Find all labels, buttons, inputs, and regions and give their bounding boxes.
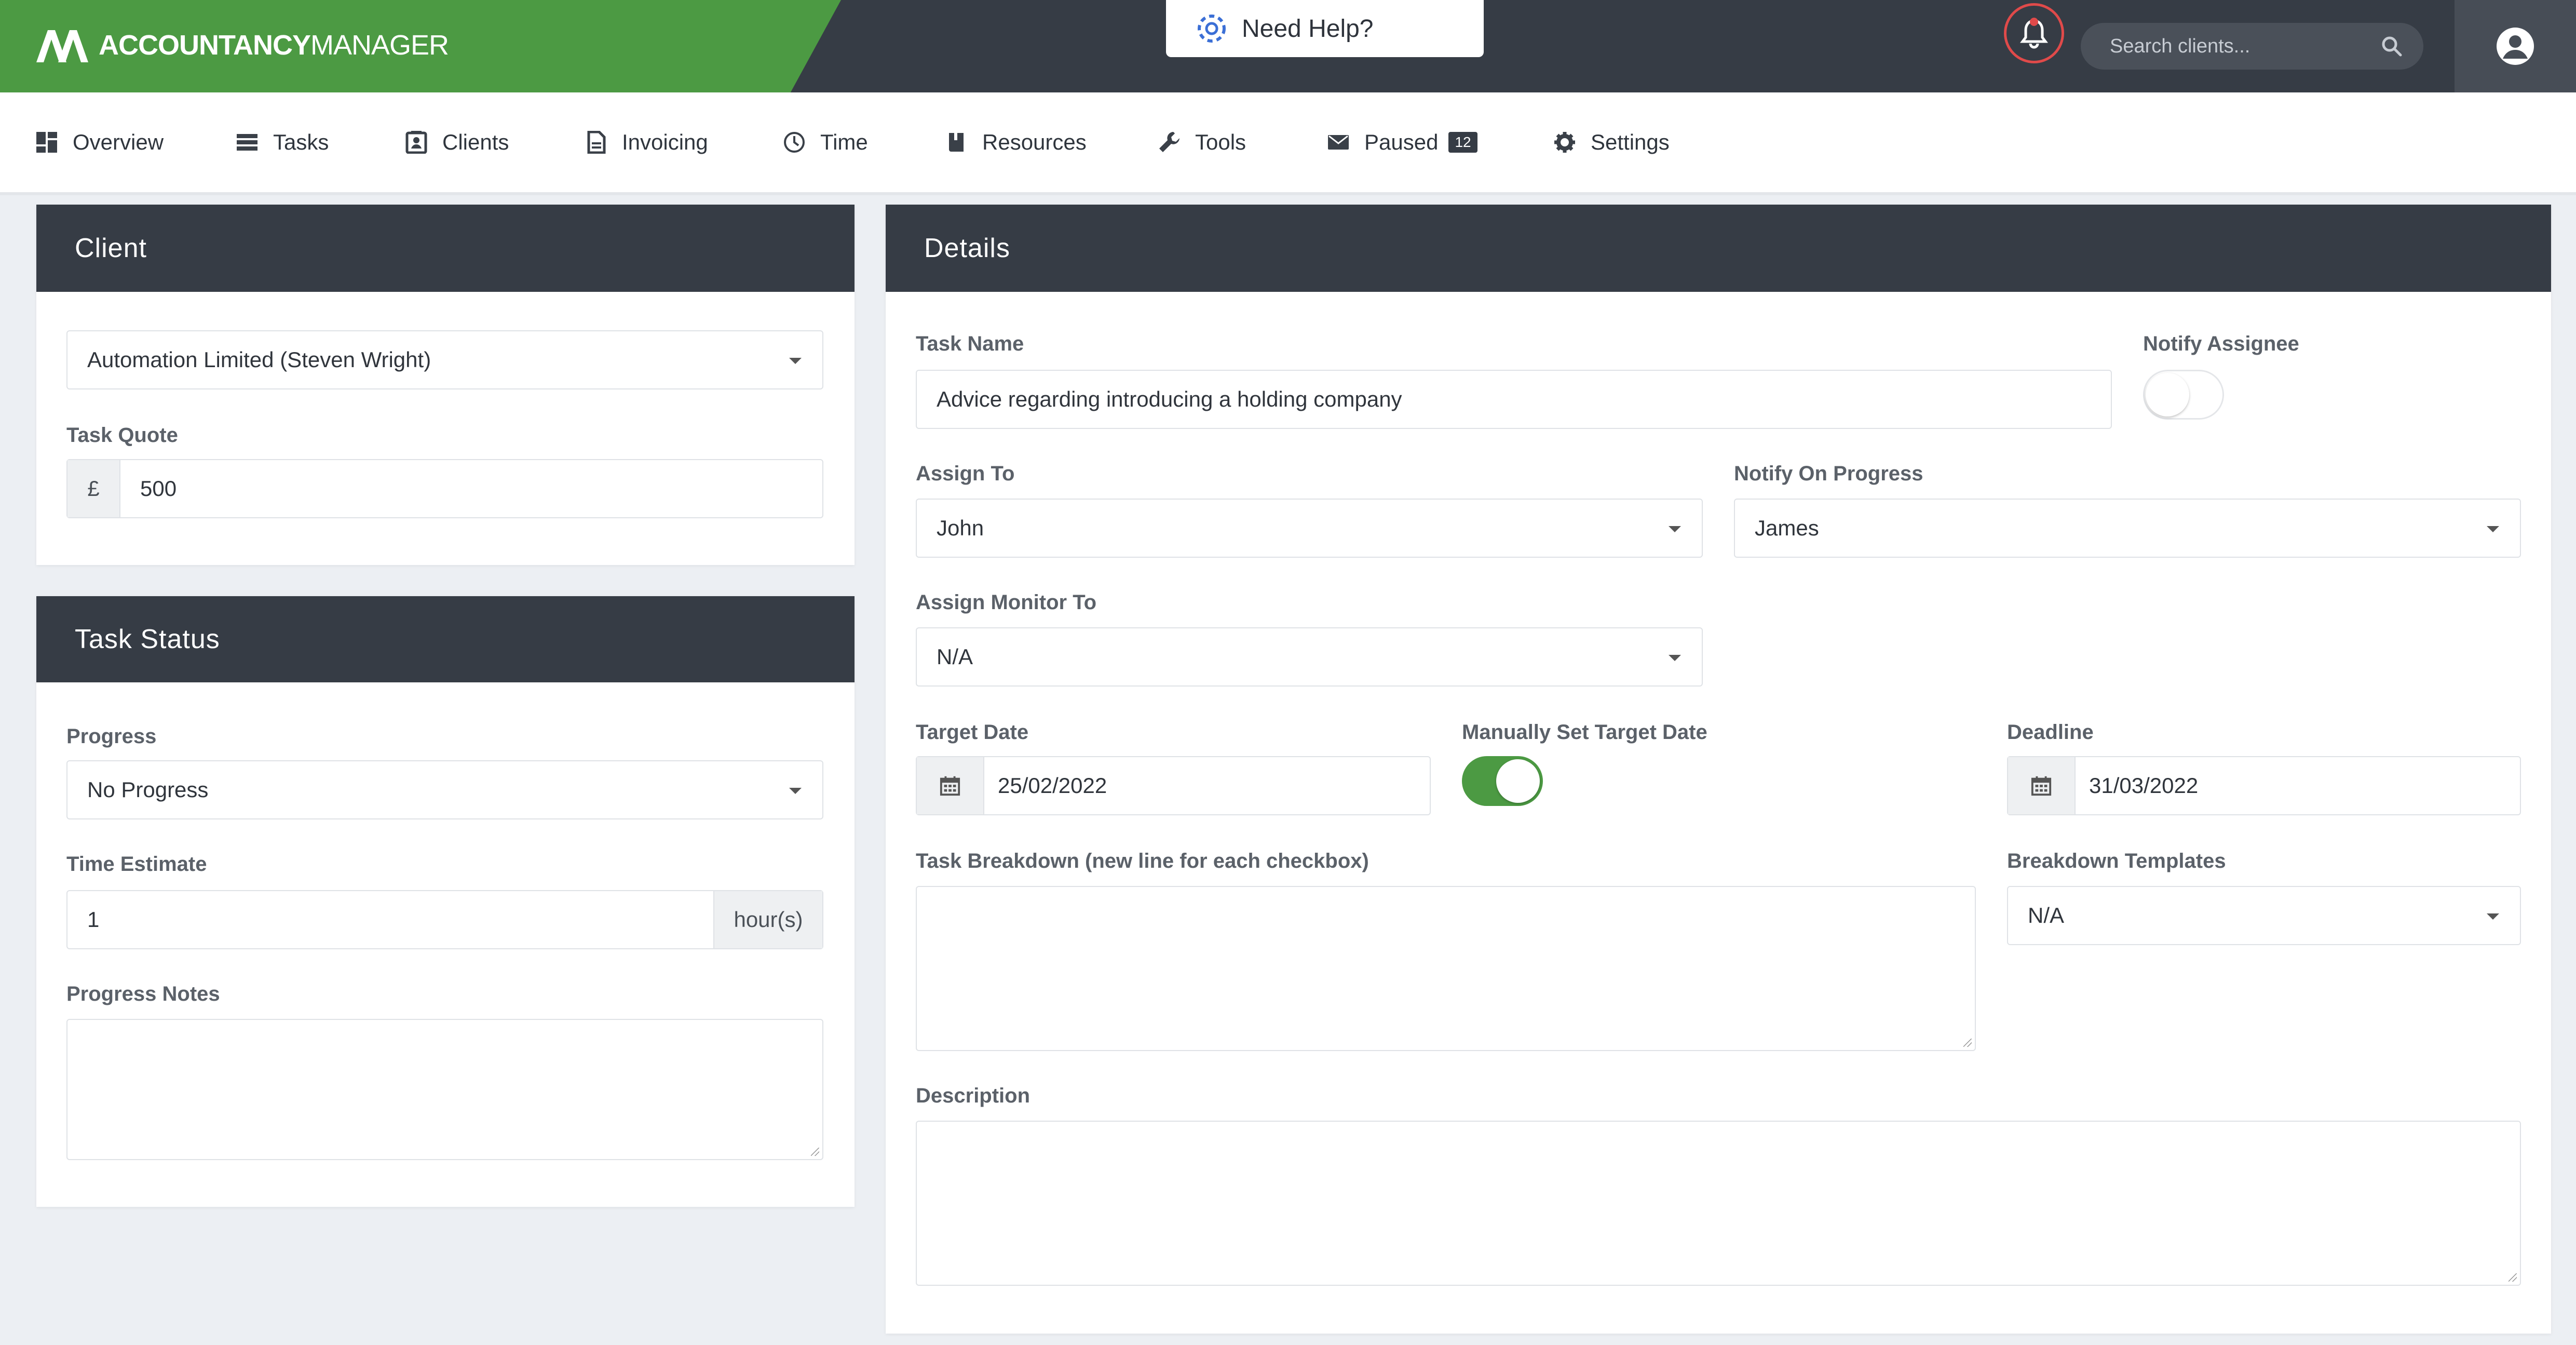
list-icon xyxy=(237,134,257,151)
book-icon xyxy=(949,133,964,152)
description-textarea[interactable] xyxy=(916,1121,2521,1286)
need-help-button[interactable]: Need Help? xyxy=(1166,0,1484,57)
task-breakdown-textarea[interactable] xyxy=(916,886,1976,1051)
target-date-value[interactable]: 25/02/2022 xyxy=(984,773,1107,798)
progress-notes-textarea[interactable] xyxy=(66,1019,823,1160)
task-quote-value[interactable]: 500 xyxy=(120,476,177,501)
account-button[interactable] xyxy=(2455,0,2576,92)
task-status-panel-title: Task Status xyxy=(36,596,855,682)
assign-monitor-value: N/A xyxy=(937,644,973,669)
client-search[interactable] xyxy=(2081,23,2423,70)
search-icon[interactable] xyxy=(2381,35,2403,57)
assign-to-label: Assign To xyxy=(916,462,1015,485)
nav-time[interactable]: Time xyxy=(783,124,868,161)
nav-paused[interactable]: Paused 12 xyxy=(1327,124,1477,161)
nav-settings[interactable]: Settings xyxy=(1553,124,1670,161)
nav-resources-label: Resources xyxy=(982,130,1087,154)
assign-to-select[interactable]: John xyxy=(916,499,1703,558)
progress-notes-label: Progress Notes xyxy=(66,983,220,1005)
assign-to-value: John xyxy=(937,516,984,540)
wrench-icon xyxy=(1159,132,1179,152)
progress-label: Progress xyxy=(66,725,157,748)
task-quote-field[interactable]: £ 500 xyxy=(66,459,823,518)
user-icon xyxy=(2497,28,2534,65)
nav-tools[interactable]: Tools xyxy=(1158,124,1246,161)
notify-progress-select[interactable]: James xyxy=(1734,499,2521,558)
document-icon xyxy=(587,131,606,154)
notifications-button[interactable] xyxy=(2004,3,2064,63)
assign-monitor-label: Assign Monitor To xyxy=(916,591,1097,614)
nav-tasks[interactable]: Tasks xyxy=(236,124,329,161)
task-name-input[interactable]: Advice regarding introducing a holding c… xyxy=(916,370,2112,429)
nav-invoicing-label: Invoicing xyxy=(622,130,708,154)
deadline-label: Deadline xyxy=(2007,721,2094,744)
progress-select[interactable]: No Progress xyxy=(66,760,823,819)
target-date-input[interactable]: 25/02/2022 xyxy=(916,756,1431,815)
logo-icon xyxy=(36,30,88,62)
target-date-label: Target Date xyxy=(916,721,1029,744)
notify-progress-label: Notify On Progress xyxy=(1734,462,1923,485)
task-name-label: Task Name xyxy=(916,332,1024,355)
nav-resources[interactable]: Resources xyxy=(945,124,1087,161)
deadline-input[interactable]: 31/03/2022 xyxy=(2007,756,2521,815)
nav-tools-label: Tools xyxy=(1195,130,1246,154)
hours-addon: hour(s) xyxy=(713,891,822,948)
calendar-addon[interactable] xyxy=(2008,757,2076,814)
brand-name: ACCOUNTANCYMANAGER xyxy=(99,30,449,61)
nav-tasks-label: Tasks xyxy=(273,130,329,154)
nav-paused-label: Paused xyxy=(1364,130,1439,154)
notify-progress-value: James xyxy=(1755,516,1819,540)
breakdown-templates-value: N/A xyxy=(2028,903,2065,927)
calendar-addon[interactable] xyxy=(917,757,984,814)
nav-clients[interactable]: Clients xyxy=(405,124,509,161)
contact-card-icon xyxy=(405,131,427,154)
details-panel-title: Details xyxy=(886,205,2551,292)
description-label: Description xyxy=(916,1084,1031,1107)
main-nav: Overview Tasks Clients Invoicing Time Re… xyxy=(0,92,2576,195)
time-estimate-field[interactable]: 1 hour(s) xyxy=(66,890,823,949)
breakdown-templates-select[interactable]: N/A xyxy=(2007,886,2521,945)
calendar-icon xyxy=(940,776,960,796)
time-estimate-label: Time Estimate xyxy=(66,853,207,876)
nav-time-label: Time xyxy=(820,130,868,154)
notify-assignee-label: Notify Assignee xyxy=(2143,332,2299,355)
envelope-icon xyxy=(1328,135,1349,150)
gear-icon xyxy=(1554,132,1575,153)
task-name-value[interactable]: Advice regarding introducing a holding c… xyxy=(917,387,1402,412)
support-icon xyxy=(1198,15,1226,43)
bell-icon xyxy=(2020,18,2048,49)
nav-settings-label: Settings xyxy=(1591,130,1670,154)
nav-clients-label: Clients xyxy=(442,130,509,154)
paused-count-badge: 12 xyxy=(1448,132,1477,153)
toggle-knob xyxy=(2146,373,2189,416)
calendar-icon xyxy=(2031,776,2052,796)
manual-target-toggle[interactable] xyxy=(1462,756,1543,806)
client-panel-title: Client xyxy=(36,205,855,292)
brand[interactable]: ACCOUNTANCYMANAGER xyxy=(0,0,841,92)
search-input[interactable] xyxy=(2110,35,2381,58)
toggle-knob xyxy=(1496,759,1540,803)
dashboard-icon xyxy=(36,132,57,153)
nav-overview-label: Overview xyxy=(73,130,164,154)
breakdown-templates-label: Breakdown Templates xyxy=(2007,850,2226,872)
deadline-value[interactable]: 31/03/2022 xyxy=(2076,773,2198,798)
need-help-label: Need Help? xyxy=(1242,15,1374,43)
client-select[interactable]: Automation Limited (Steven Wright) xyxy=(66,330,823,389)
top-bar: ACCOUNTANCYMANAGER Need Help? xyxy=(0,0,2576,92)
notify-assignee-toggle[interactable] xyxy=(2143,370,2224,420)
manual-target-label: Manually Set Target Date xyxy=(1462,721,1707,744)
progress-value: No Progress xyxy=(87,777,209,802)
client-select-value: Automation Limited (Steven Wright) xyxy=(87,347,431,372)
nav-overview[interactable]: Overview xyxy=(35,124,164,161)
currency-addon: £ xyxy=(67,460,120,517)
time-estimate-value[interactable]: 1 xyxy=(67,907,713,932)
task-quote-label: Task Quote xyxy=(66,424,178,447)
assign-monitor-select[interactable]: N/A xyxy=(916,627,1703,687)
task-breakdown-label: Task Breakdown (new line for each checkb… xyxy=(916,850,1369,872)
clock-icon xyxy=(784,132,805,153)
nav-invoicing[interactable]: Invoicing xyxy=(585,124,708,161)
